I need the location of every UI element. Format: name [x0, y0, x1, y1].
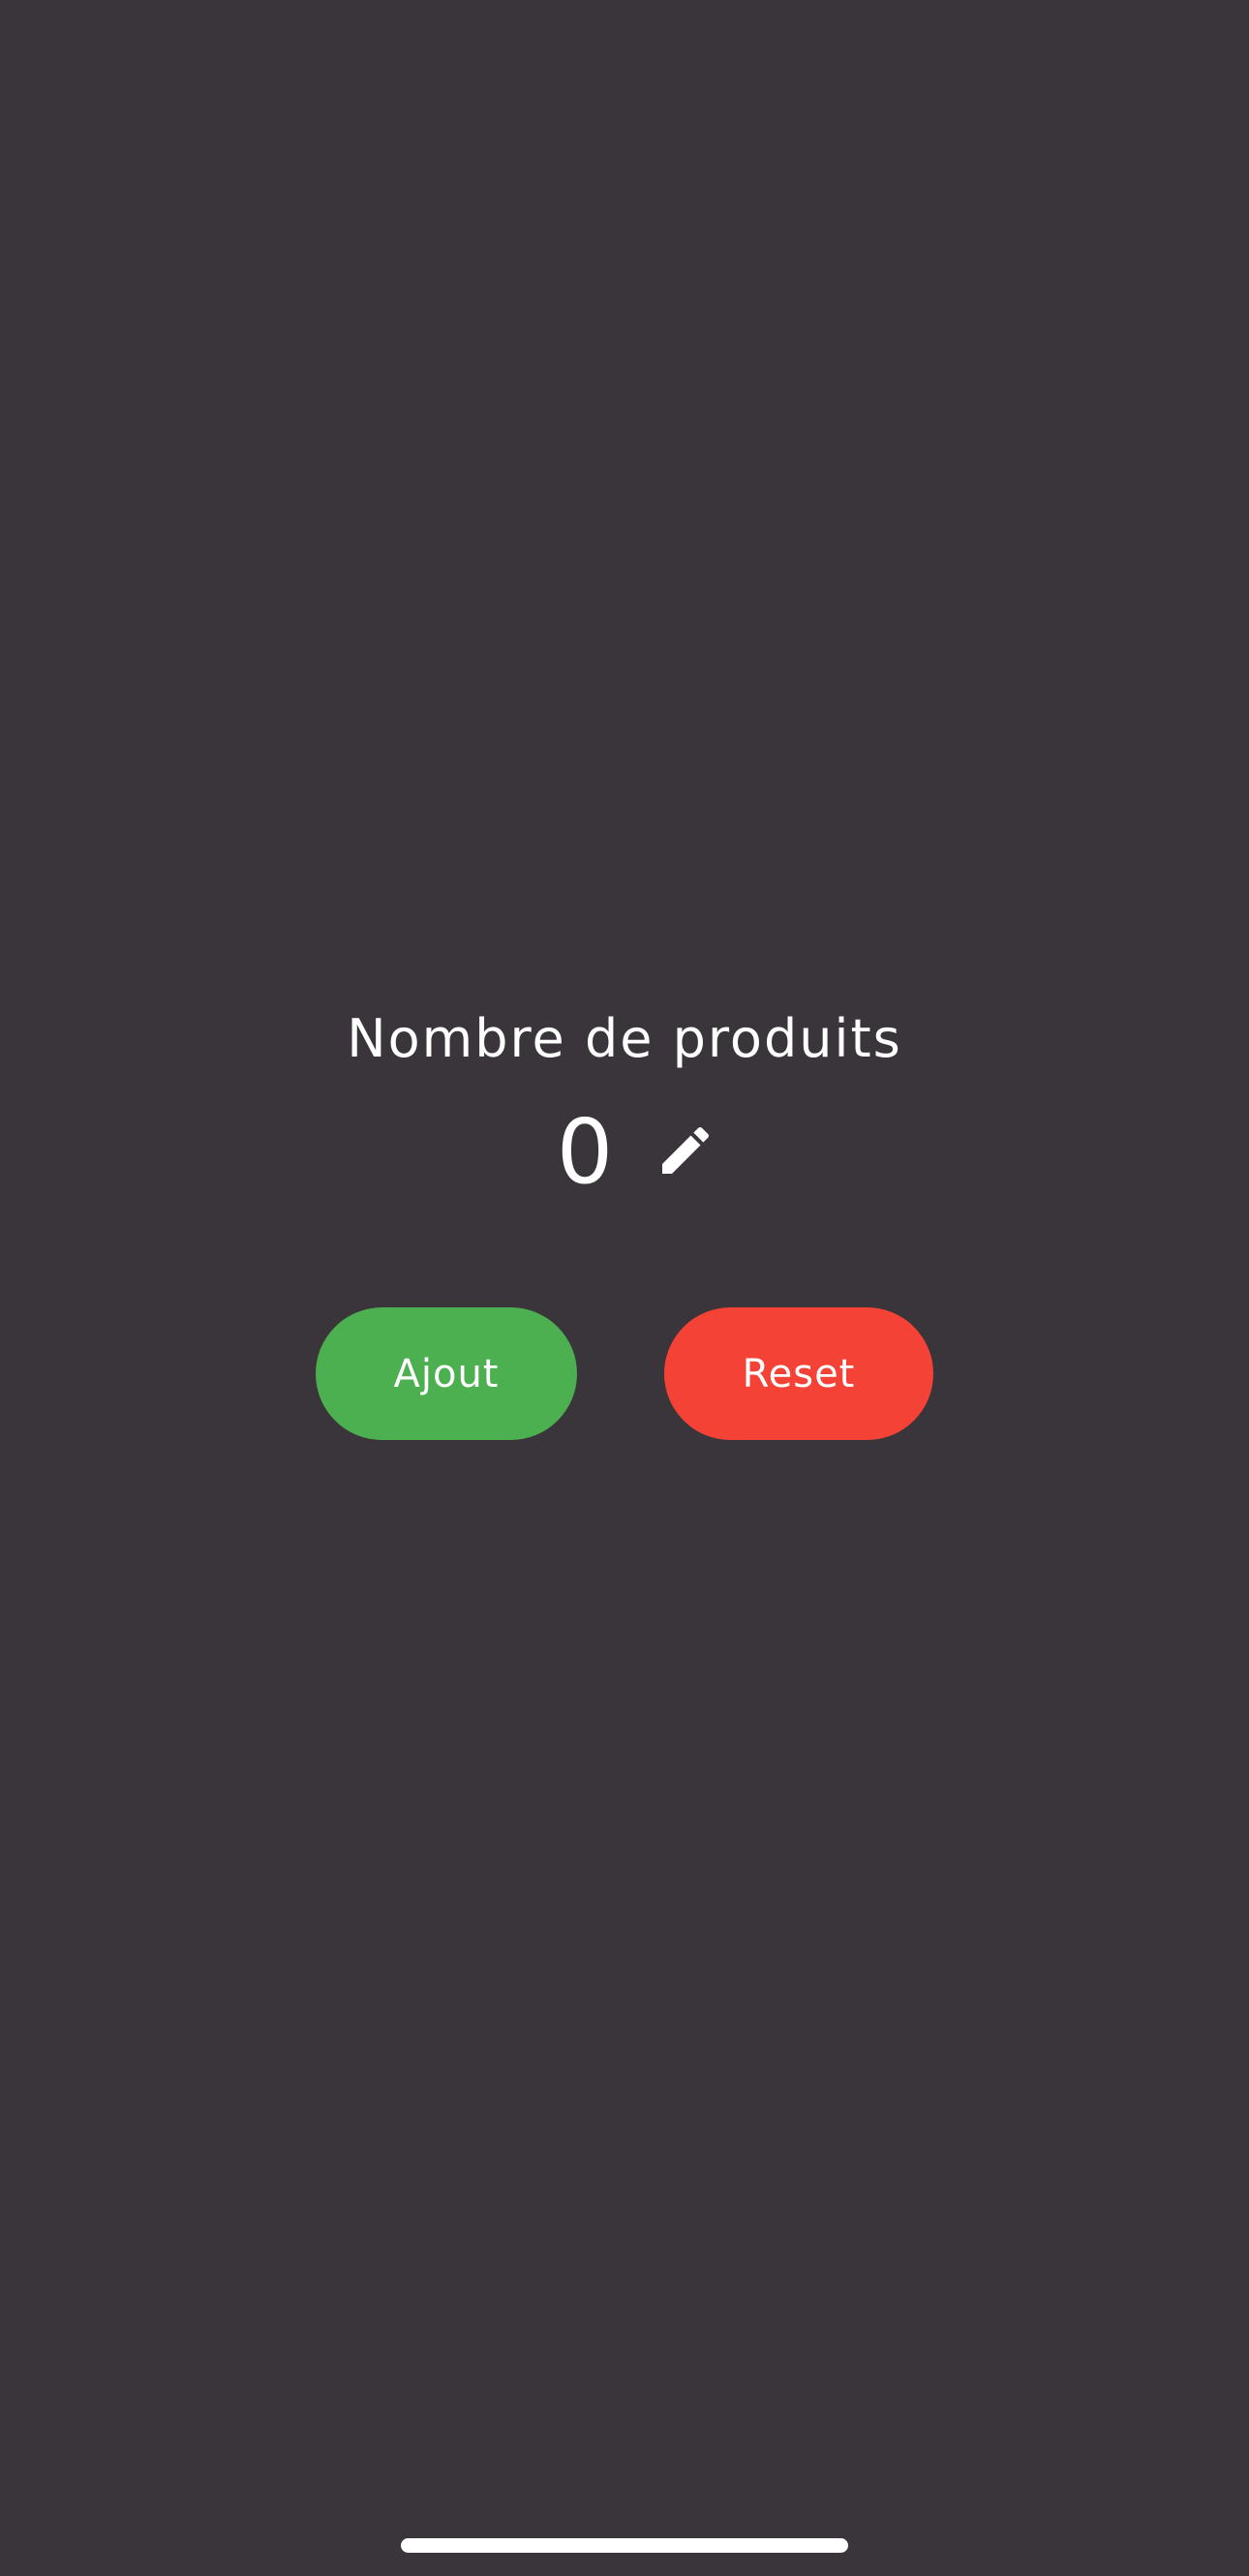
home-indicator[interactable] [401, 2538, 848, 2553]
counter-value: 0 [556, 1100, 614, 1204]
edit-count-button[interactable] [652, 1119, 719, 1186]
add-button[interactable]: Ajout [316, 1307, 577, 1440]
app-screen: Nombre de produits 0 Ajout Reset [0, 0, 1249, 2576]
reset-button[interactable]: Reset [664, 1307, 933, 1440]
counter-title: Nombre de produits [347, 1008, 902, 1069]
counter-row: 0 [0, 1099, 1249, 1206]
pencil-icon [655, 1119, 716, 1185]
